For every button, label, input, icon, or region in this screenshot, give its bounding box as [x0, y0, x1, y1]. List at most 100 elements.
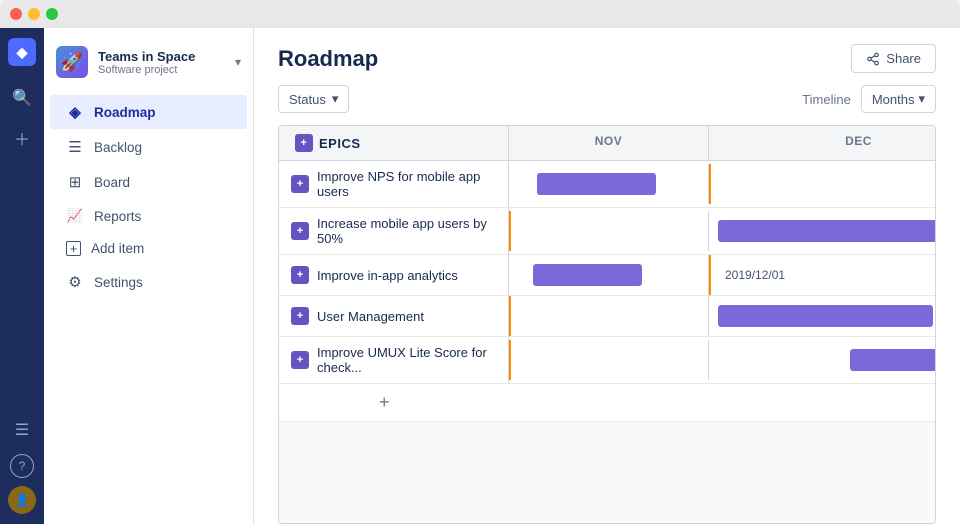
- nov-cell-1: [509, 164, 709, 204]
- status-label: Status: [289, 92, 326, 107]
- project-type: Software project: [98, 64, 225, 76]
- epic-title-1: Improve NPS for mobile app users: [317, 169, 496, 199]
- app-logo: ◆: [8, 38, 36, 66]
- empty-area: [279, 422, 935, 523]
- table-row: + Increase mobile app users by 50%: [279, 208, 935, 255]
- table-row: + User Management: [279, 296, 935, 337]
- settings-nav-label: Settings: [94, 275, 143, 290]
- table-row: + Improve UMUX Lite Score for check...: [279, 337, 935, 384]
- grid-body: + Improve NPS for mobile app users: [279, 161, 935, 523]
- epic-icon-4: +: [291, 307, 309, 325]
- table-row: + Improve in-app analytics 2019/12/01: [279, 255, 935, 296]
- roadmap-nav-icon: ◈: [66, 103, 84, 121]
- gantt-bar-3: [533, 264, 642, 286]
- nov-column-header: NOV: [509, 126, 709, 160]
- sidebar-item-settings[interactable]: ⚙ Settings: [50, 265, 247, 299]
- close-dot[interactable]: [10, 8, 22, 20]
- epics-header-label: Epics: [319, 136, 361, 151]
- create-icon[interactable]: ＋: [6, 122, 38, 154]
- nov-cell-4: [509, 296, 709, 336]
- settings-nav-icon: ⚙: [66, 273, 84, 291]
- epic-cell-1[interactable]: + Improve NPS for mobile app users: [279, 161, 509, 207]
- share-button[interactable]: Share: [851, 44, 936, 73]
- epic-cell-4[interactable]: + User Management: [279, 296, 509, 336]
- board-nav-label: Board: [94, 175, 130, 190]
- today-line-5: [509, 340, 511, 380]
- today-line: [709, 164, 711, 204]
- main-header: Roadmap Share: [254, 28, 960, 81]
- project-chevron-icon: ▾: [235, 55, 241, 69]
- epic-icon-2: +: [291, 222, 309, 240]
- project-header[interactable]: 🚀 Teams in Space Software project ▾: [44, 38, 253, 86]
- months-dropdown[interactable]: Months ▾: [861, 85, 936, 113]
- epics-header-icon: +: [295, 134, 313, 152]
- share-icon: [866, 52, 880, 66]
- sidebar-item-add-item[interactable]: + Add item: [50, 233, 247, 264]
- dec-cell-2: [709, 211, 935, 251]
- status-dropdown[interactable]: Status ▾: [278, 85, 349, 113]
- help-icon[interactable]: ?: [10, 454, 34, 478]
- minimize-dot[interactable]: [28, 8, 40, 20]
- epic-title-2: Increase mobile app users by 50%: [317, 216, 496, 246]
- roadmap-nav-label: Roadmap: [94, 105, 156, 120]
- menu-icon[interactable]: ☰: [6, 414, 38, 446]
- maximize-dot[interactable]: [46, 8, 58, 20]
- epic-cell-3[interactable]: + Improve in-app analytics: [279, 255, 509, 295]
- months-label: Months: [872, 92, 915, 107]
- sidebar-item-roadmap[interactable]: ◈ Roadmap: [50, 95, 247, 129]
- user-avatar[interactable]: 👤: [8, 486, 36, 514]
- gantt-bar-5: [850, 349, 935, 371]
- project-logo-icon: 🚀: [56, 46, 88, 78]
- app-container: ◆ 🔍 ＋ ☰ ? 👤 🚀 Teams in Space Software pr…: [0, 28, 960, 524]
- epic-title-3: Improve in-app analytics: [317, 268, 458, 283]
- epic-title-4: User Management: [317, 309, 424, 324]
- sidebar-item-board[interactable]: ⊞ Board: [50, 165, 247, 199]
- search-icon[interactable]: 🔍: [6, 82, 38, 114]
- gantt-bar-4: [718, 305, 933, 327]
- add-item-nav-icon: +: [66, 241, 81, 256]
- project-name: Teams in Space: [98, 49, 225, 64]
- add-epic-row[interactable]: +: [279, 384, 935, 422]
- timeline-controls: Timeline Months ▾: [802, 85, 936, 113]
- roadmap-container: + Epics NOV DEC JAN + Improve NPS for mo…: [278, 125, 936, 524]
- nov-cell-2: [509, 211, 709, 251]
- epic-icon-5: +: [291, 351, 309, 369]
- share-label: Share: [886, 51, 921, 66]
- nov-cell-5: [509, 340, 709, 380]
- board-nav-icon: ⊞: [66, 173, 84, 191]
- grid-header: + Epics NOV DEC JAN: [279, 126, 935, 161]
- gantt-bar-2: [718, 220, 935, 242]
- page-title: Roadmap: [278, 46, 378, 72]
- epic-cell-5[interactable]: + Improve UMUX Lite Score for check...: [279, 337, 509, 383]
- months-chevron-icon: ▾: [918, 91, 925, 107]
- roadmap-grid: + Epics NOV DEC JAN + Improve NPS for mo…: [279, 126, 935, 523]
- today-line-2: [509, 211, 511, 251]
- timeline-label: Timeline: [802, 92, 851, 107]
- sidebar-item-reports[interactable]: 📈 Reports: [50, 200, 247, 232]
- reports-nav-icon: 📈: [66, 208, 84, 224]
- main-content: Roadmap Share Status ▾ Timeline Months ▾: [254, 28, 960, 524]
- titlebar: [0, 0, 960, 28]
- epic-title-5: Improve UMUX Lite Score for check...: [317, 345, 496, 375]
- dec-cell-5: [709, 340, 935, 380]
- add-epic-icon: +: [379, 392, 390, 413]
- epic-cell-2[interactable]: + Increase mobile app users by 50%: [279, 208, 509, 254]
- date-label-3: 2019/12/01: [717, 268, 785, 282]
- sidebar-item-backlog[interactable]: ☰ Backlog: [50, 130, 247, 164]
- backlog-nav-icon: ☰: [66, 138, 84, 156]
- project-info: Teams in Space Software project: [98, 49, 225, 76]
- gantt-bar-1: [537, 173, 656, 195]
- backlog-nav-label: Backlog: [94, 140, 142, 155]
- today-line-3: [709, 255, 711, 295]
- icon-rail: ◆ 🔍 ＋ ☰ ? 👤: [0, 28, 44, 524]
- dec-cell-1: [709, 164, 935, 204]
- nov-cell-3: [509, 255, 709, 295]
- status-chevron-icon: ▾: [332, 91, 339, 107]
- dec-column-header: DEC: [709, 126, 935, 160]
- add-item-nav-label: Add item: [91, 241, 144, 256]
- sidebar: 🚀 Teams in Space Software project ▾ ◈ Ro…: [44, 28, 254, 524]
- epics-column-header: + Epics: [279, 126, 509, 160]
- table-row: + Improve NPS for mobile app users: [279, 161, 935, 208]
- dec-cell-3: 2019/12/01: [709, 255, 935, 295]
- dec-cell-4: [709, 296, 935, 336]
